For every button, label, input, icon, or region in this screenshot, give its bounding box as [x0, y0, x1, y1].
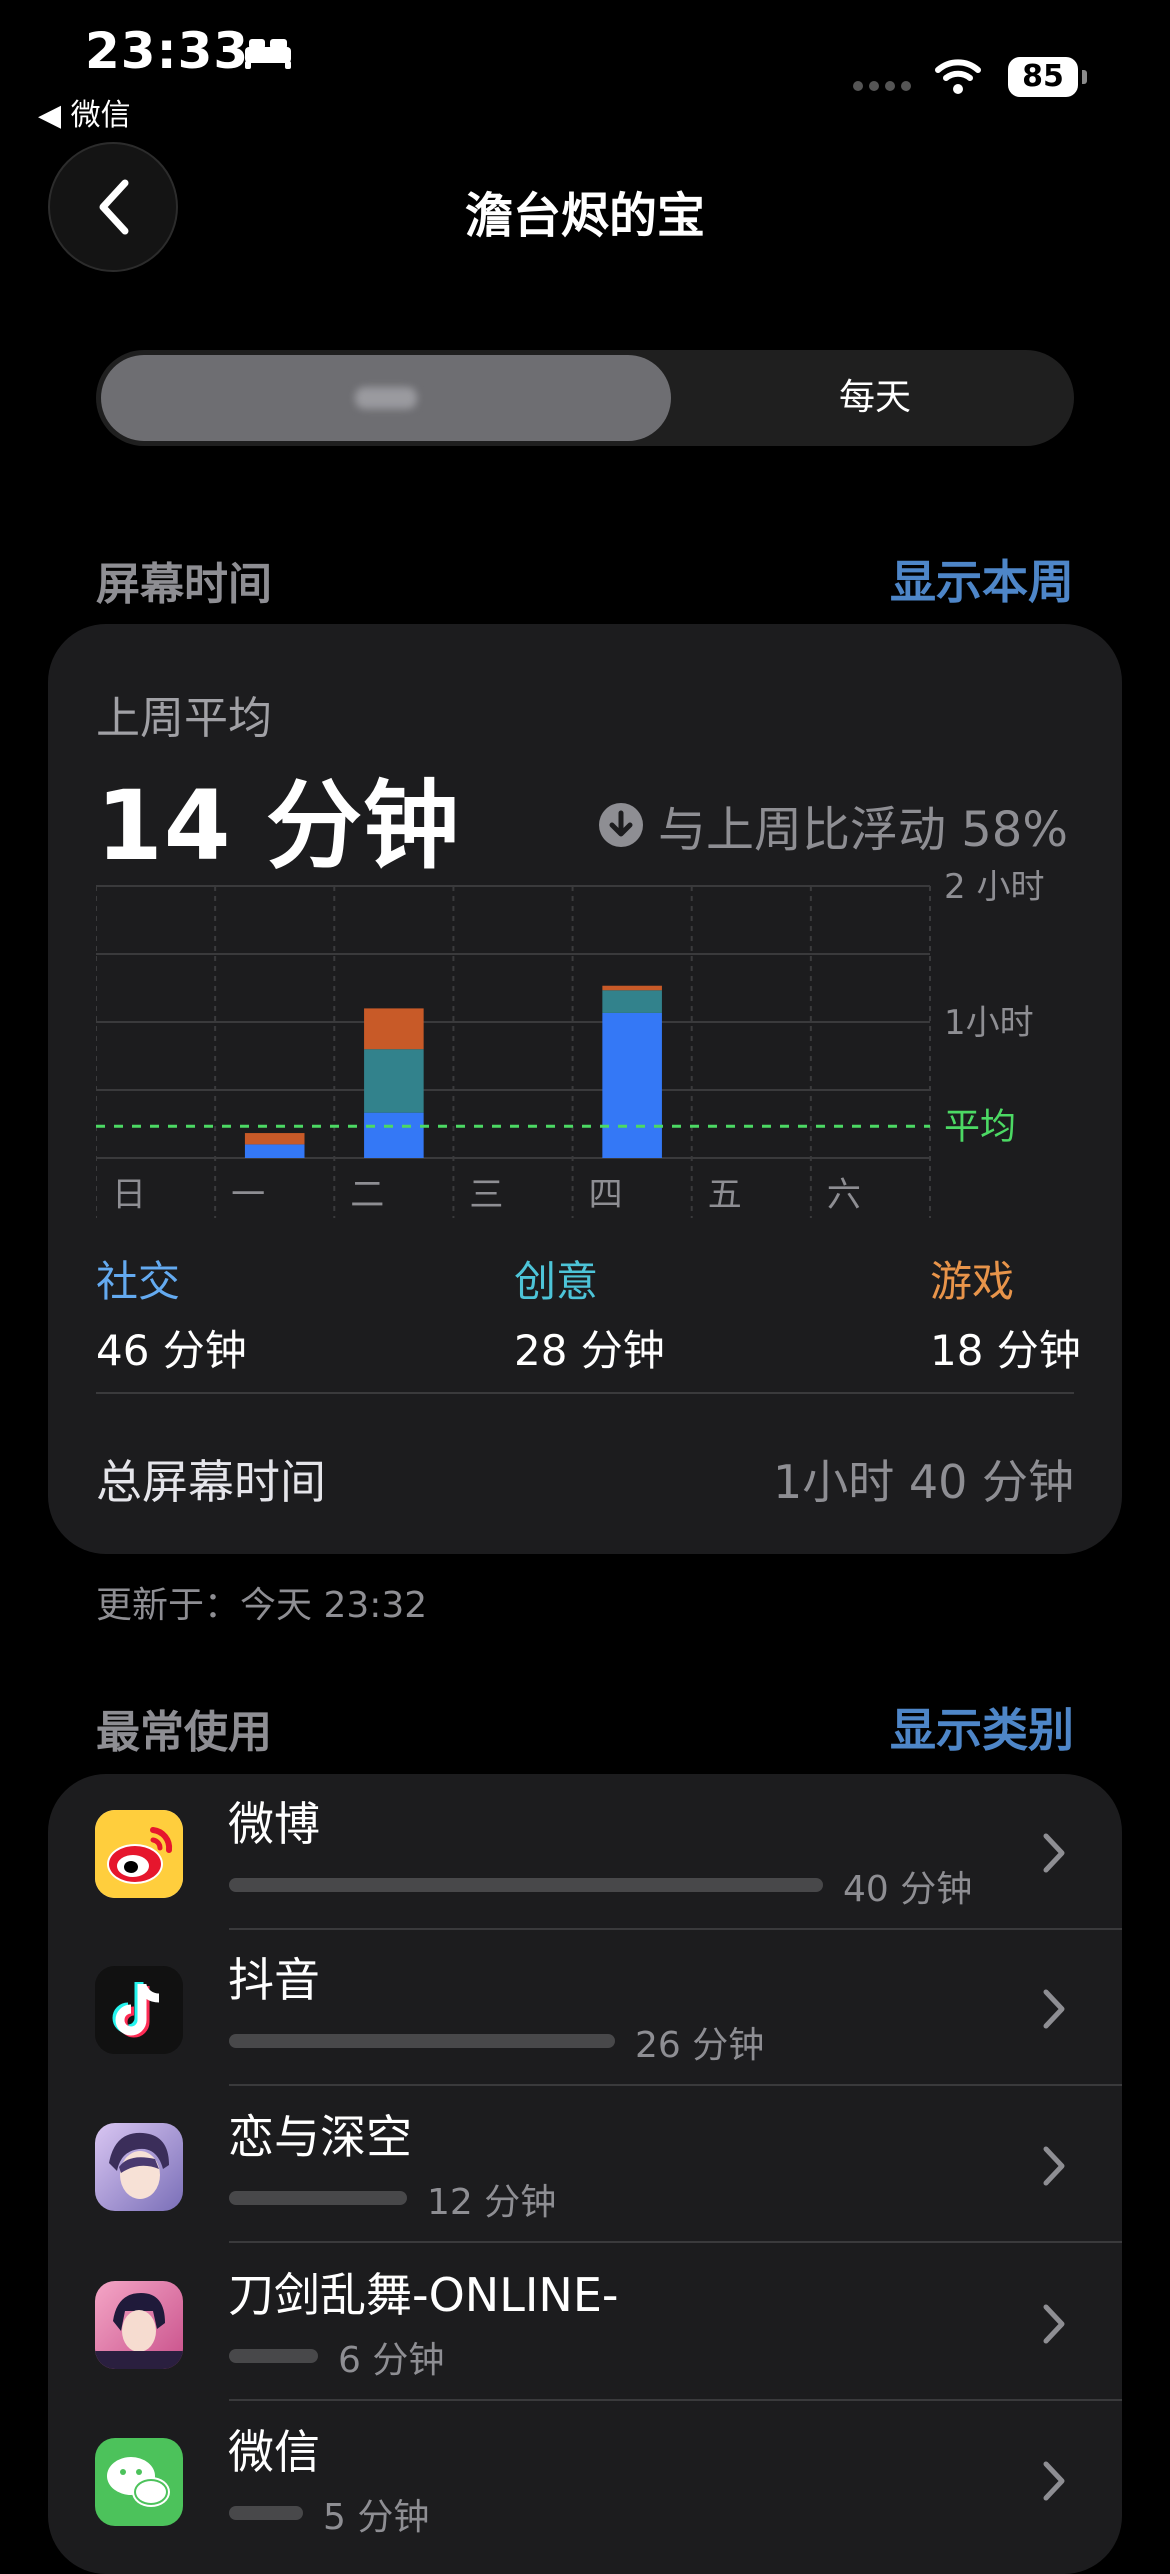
- app-name: 微博: [228, 1797, 320, 1851]
- x-tick-label: 日: [112, 1175, 146, 1215]
- bar-segment: [364, 1049, 424, 1113]
- category-social: 社交 46 分钟: [96, 1248, 247, 1378]
- y-tick-label: 1小时: [944, 1003, 1034, 1043]
- app-name: 微信: [228, 2425, 320, 2479]
- touken-icon: [95, 2281, 183, 2369]
- lianyu-icon: [95, 2123, 183, 2211]
- x-tick-label: 六: [827, 1175, 861, 1215]
- battery-indicator: 85: [1008, 57, 1088, 97]
- row-separator: [229, 2084, 1122, 2086]
- chevron-right-icon: [1043, 1833, 1065, 1873]
- app-time: 40 分钟: [843, 1869, 973, 1910]
- most-used-header: 最常使用: [96, 1707, 272, 1758]
- blurred-label: [355, 387, 417, 409]
- app-row-lianyu[interactable]: 恋与深空 12 分钟: [48, 2087, 1122, 2245]
- app-time: 6 分钟: [338, 2340, 445, 2381]
- category-value: 46 分钟: [96, 1326, 247, 1375]
- sleep-focus-icon: [245, 39, 291, 69]
- page-title: 澹台烬的宝: [464, 188, 705, 244]
- average-label: 上周平均: [96, 693, 272, 744]
- usage-bar: [229, 2349, 318, 2363]
- weekly-comparison: 与上周比浮动 58%: [598, 790, 1068, 860]
- weibo-icon: [95, 1810, 183, 1898]
- app-row-weibo[interactable]: 微博 40 分钟: [48, 1774, 1122, 1932]
- usage-bar: [229, 2191, 407, 2205]
- total-screen-time-value: 1小时 40 分钟: [772, 1455, 1074, 1509]
- app-row-douyin[interactable]: 抖音 26 分钟: [48, 1930, 1122, 2088]
- usage-bar: [229, 1878, 823, 1892]
- wifi-icon: [935, 59, 981, 94]
- average-value: 14 分钟: [96, 770, 461, 882]
- app-time: 12 分钟: [427, 2182, 557, 2223]
- show-categories-link[interactable]: 显示类别: [890, 1694, 1074, 1760]
- x-tick-label: 五: [708, 1175, 742, 1215]
- wechat-icon: [95, 2438, 183, 2526]
- douyin-icon: [95, 1966, 183, 2054]
- category-creative: 创意 28 分钟: [514, 1248, 665, 1378]
- bar-segment: [244, 1133, 305, 1145]
- total-screen-time-label: 总屏幕时间: [96, 1455, 326, 1509]
- app-row-wechat[interactable]: 微信 5 分钟: [48, 2402, 1122, 2560]
- segment-week[interactable]: [101, 355, 671, 441]
- bar-segment: [364, 1112, 424, 1158]
- app-name: 抖音: [228, 1953, 320, 2007]
- average-label: 平均: [944, 1106, 1016, 1147]
- usage-bar: [229, 2034, 615, 2048]
- x-tick-label: 四: [589, 1175, 623, 1215]
- show-this-week-link[interactable]: 显示本周: [890, 546, 1074, 612]
- signal-icon: [853, 81, 911, 91]
- category-value: 28 分钟: [514, 1326, 665, 1375]
- chevron-right-icon: [1043, 2304, 1065, 2344]
- category-games: 游戏 18 分钟: [930, 1248, 1081, 1378]
- comparison-text: 与上周比浮动 58%: [658, 802, 1068, 858]
- usage-bar: [229, 2506, 303, 2520]
- app-time: 26 分钟: [635, 2025, 765, 2066]
- category-name: 游戏: [930, 1257, 1015, 1306]
- y-tick-label: 2 小时: [944, 870, 1044, 907]
- period-segmented-control: 每天: [96, 350, 1074, 446]
- updated-timestamp: 更新于：今天 23:32: [96, 1585, 428, 1626]
- bar-segment: [602, 985, 662, 991]
- most-used-card: 微博 40 分钟 抖音 26 分钟 恋与深空 12 分钟 刀剑乱舞-ONLINE…: [48, 1774, 1122, 2574]
- category-value: 18 分钟: [930, 1326, 1081, 1375]
- usage-chart[interactable]: 日 一 二 三 四 五 六 2 小时 1小时平均: [96, 870, 1076, 1230]
- app-name: 刀剑乱舞-ONLINE-: [228, 2268, 619, 2322]
- bar-segment: [602, 990, 662, 1013]
- screen-time-header: 屏幕时间: [96, 559, 272, 610]
- row-separator: [229, 2399, 1122, 2401]
- bar-segment: [602, 1012, 662, 1158]
- category-name: 创意: [514, 1257, 599, 1306]
- divider: [96, 1392, 1074, 1394]
- app-name: 恋与深空: [228, 2110, 412, 2164]
- chevron-right-icon: [1043, 1989, 1065, 2029]
- segment-day[interactable]: 每天: [676, 350, 1074, 446]
- status-time: 23:33: [85, 22, 250, 80]
- bar-segment: [364, 1008, 424, 1050]
- chevron-right-icon: [1043, 2461, 1065, 2501]
- bar-segment: [244, 1144, 305, 1158]
- category-name: 社交: [96, 1257, 181, 1306]
- x-tick-label: 二: [350, 1175, 384, 1215]
- back-to-app-link[interactable]: ◀ 微信: [38, 90, 131, 134]
- arrow-down-circle-icon: [599, 803, 643, 847]
- row-separator: [229, 2241, 1122, 2243]
- app-row-touken[interactable]: 刀剑乱舞-ONLINE- 6 分钟: [48, 2245, 1122, 2403]
- chevron-right-icon: [1043, 2146, 1065, 2186]
- x-tick-label: 一: [231, 1175, 265, 1215]
- app-time: 5 分钟: [323, 2497, 430, 2538]
- x-tick-label: 三: [469, 1175, 503, 1215]
- battery-level: 85: [1008, 57, 1078, 97]
